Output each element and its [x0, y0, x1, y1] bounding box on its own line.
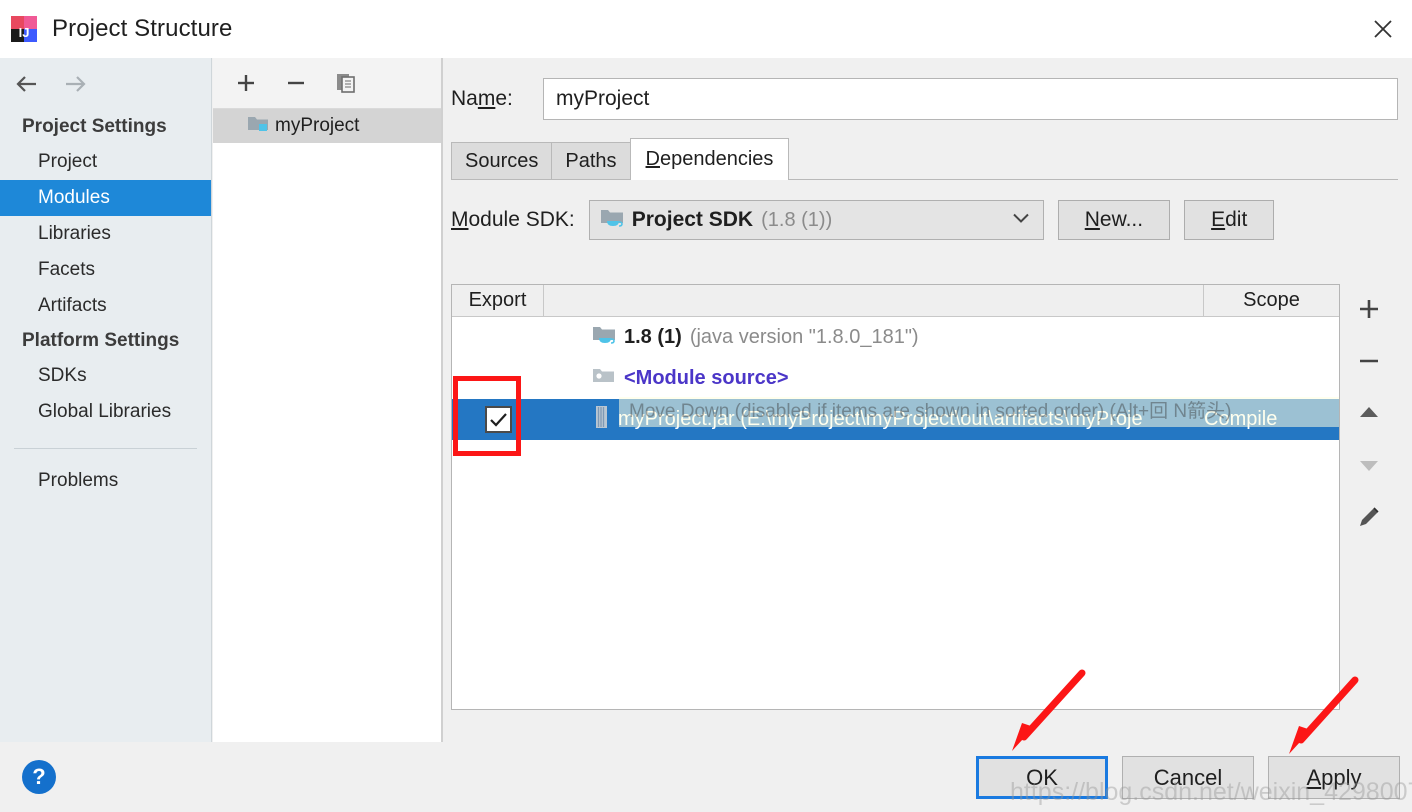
sidebar-item-sdks[interactable]: SDKs: [0, 358, 211, 394]
sidebar-navigation: [0, 58, 211, 110]
sidebar-item-problems[interactable]: Problems: [0, 463, 211, 499]
dependency-label-cell: myProject.jar (E:\myProject\myProject\ou…: [544, 405, 1204, 435]
module-sdk-value-detail: (1.8 (1)): [761, 208, 833, 231]
column-header-name[interactable]: [544, 285, 1204, 316]
sidebar-item-project[interactable]: Project: [0, 144, 211, 180]
module-list: myProject: [213, 108, 441, 742]
dependency-label-cell: 1.8 (1) (java version "1.8.0_181"): [544, 324, 1204, 352]
copy-icon[interactable]: [333, 70, 359, 96]
dialog-action-buttons: OK Cancel Apply: [976, 756, 1400, 799]
column-header-scope[interactable]: Scope: [1204, 285, 1339, 316]
dependencies-panel: Module SDK: Project SDK (1.8 (1)) N ew..…: [451, 198, 1398, 710]
cancel-button[interactable]: Cancel: [1122, 756, 1254, 799]
module-list-item-label: myProject: [275, 115, 360, 136]
export-checkbox-highlight: [453, 376, 521, 456]
settings-sidebar: Project Settings Project Modules Librari…: [0, 58, 212, 742]
sdk-folder-icon: [592, 324, 616, 352]
new-sdk-button[interactable]: New...: [1057, 200, 1171, 240]
plus-icon[interactable]: [233, 70, 259, 96]
module-tabs: Sources Paths Dependencies: [443, 138, 1412, 180]
module-sdk-row: Module SDK: Project SDK (1.8 (1)) N ew..…: [451, 198, 1398, 242]
dependencies-table-wrapper: Export Scope 1.8 (1) (java version "1.8.…: [451, 284, 1398, 710]
sidebar-group-project-settings: Project Settings: [22, 116, 167, 137]
table-row[interactable]: <Module source>: [452, 358, 1339, 399]
module-sdk-label: Module SDK:: [451, 208, 575, 231]
edit-sdk-button[interactable]: Edit: [1184, 200, 1275, 240]
sidebar-item-artifacts[interactable]: Artifacts: [0, 288, 211, 324]
back-arrow-icon[interactable]: [14, 71, 40, 97]
table-row[interactable]: 1.8 (1) (java version "1.8.0_181"): [452, 317, 1339, 358]
sidebar-item-global-libraries[interactable]: Global Libraries: [0, 394, 211, 430]
dependency-label-cell: <Module source>: [544, 365, 1204, 393]
dependency-name: 1.8 (1): [624, 326, 682, 348]
help-question-icon[interactable]: ?: [22, 760, 56, 794]
sdk-folder-icon: [600, 207, 624, 234]
dependencies-side-toolbar: [1340, 284, 1398, 710]
sidebar-group-platform-settings: Platform Settings: [22, 330, 180, 351]
tab-dependencies[interactable]: Dependencies: [629, 138, 790, 180]
dependency-scope: Compile: [1204, 408, 1278, 430]
sidebar-item-libraries[interactable]: Libraries: [0, 216, 211, 252]
chevron-down-icon: [1011, 211, 1031, 230]
sidebar-item-facets[interactable]: Facets: [0, 252, 211, 288]
module-name-row: Name:: [443, 76, 1398, 122]
tab-sources[interactable]: Sources: [451, 142, 553, 180]
window-title: Project Structure: [52, 15, 233, 42]
apply-button[interactable]: Apply: [1268, 756, 1400, 799]
minus-icon[interactable]: [283, 70, 309, 96]
dialog-footer: ? OK Cancel Apply: [0, 742, 1412, 812]
close-icon[interactable]: [1354, 0, 1412, 58]
ok-button[interactable]: OK: [976, 756, 1108, 799]
tab-strip-underline: [451, 179, 1398, 180]
column-header-export[interactable]: Export: [452, 285, 544, 316]
sidebar-divider: [14, 448, 197, 449]
project-structure-dialog: IJ Project Structure Project Settings Pr…: [0, 0, 1412, 812]
module-folder-icon: [247, 113, 269, 139]
tab-paths[interactable]: Paths: [551, 142, 631, 180]
dialog-body: Project Settings Project Modules Librari…: [0, 58, 1412, 742]
module-list-item[interactable]: myProject: [213, 109, 441, 143]
svg-text:IJ: IJ: [19, 25, 30, 40]
module-sdk-value: Project SDK: [631, 208, 754, 231]
dependencies-table-header: Export Scope: [452, 285, 1339, 317]
module-sdk-combobox[interactable]: Project SDK (1.8 (1)): [588, 200, 1044, 240]
dependency-detail: (java version "1.8.0_181"): [689, 326, 919, 348]
move-up-button[interactable]: [1350, 394, 1388, 432]
title-bar: IJ Project Structure: [0, 0, 1412, 58]
dependency-name: <Module source>: [624, 367, 789, 389]
add-dependency-button[interactable]: [1350, 290, 1388, 328]
table-row[interactable]: myProject.jar (E:\myProject\myProject\ou…: [452, 399, 1339, 440]
module-tree-toolbar: [213, 58, 441, 108]
module-editor: Name: Sources Paths Dependencies Module …: [443, 58, 1412, 742]
remove-dependency-button[interactable]: [1350, 342, 1388, 380]
module-name-label: Name:: [451, 87, 513, 110]
edit-dependency-button[interactable]: [1350, 498, 1388, 536]
dependencies-table: Export Scope 1.8 (1) (java version "1.8.…: [451, 284, 1340, 710]
arrow-to-apply: [1289, 676, 1359, 754]
module-name-input[interactable]: [543, 78, 1398, 120]
sidebar-item-modules[interactable]: Modules: [0, 180, 211, 216]
arrow-to-ok: [1012, 669, 1086, 751]
intellij-idea-icon: IJ: [10, 15, 38, 43]
module-source-icon: [592, 365, 616, 393]
jar-icon: [592, 405, 610, 435]
dependency-name: myProject.jar (E:\myProject\myProject\ou…: [618, 408, 1143, 430]
move-down-button[interactable]: [1350, 446, 1388, 484]
module-tree-panel: myProject: [213, 58, 441, 742]
forward-arrow-icon[interactable]: [62, 71, 88, 97]
